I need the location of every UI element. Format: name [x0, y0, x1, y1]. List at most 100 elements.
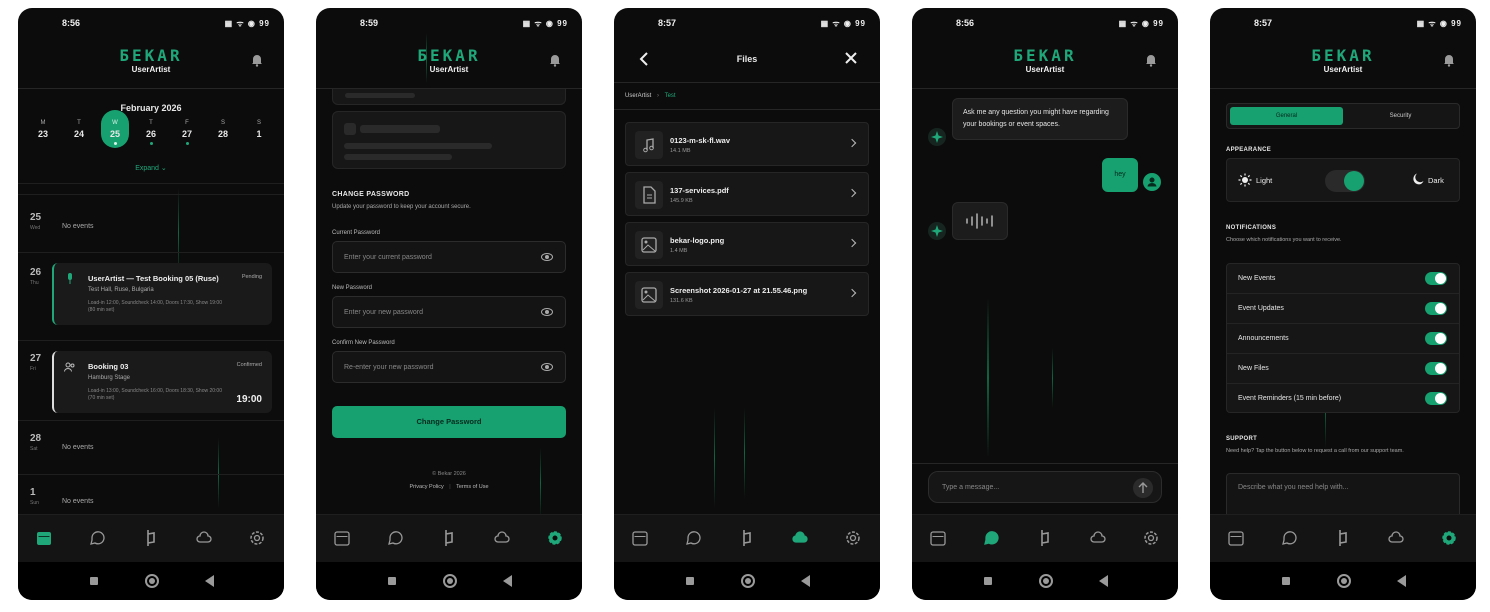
row-day-of-week: Thu: [30, 280, 39, 286]
day-cell-selected[interactable]: W 25: [101, 110, 129, 148]
support-textarea[interactable]: Describe what you need help with...: [1226, 473, 1460, 518]
send-icon[interactable]: [1133, 478, 1153, 498]
breadcrumb-root[interactable]: UserArtist: [625, 93, 651, 99]
file-item[interactable]: 137-services.pdf 145.9 KB: [625, 172, 869, 216]
gear-icon[interactable]: [844, 529, 862, 547]
username: UserArtist: [1323, 65, 1363, 74]
back-button[interactable]: [1397, 575, 1406, 587]
event-dot: [113, 142, 117, 145]
bell-icon[interactable]: [250, 53, 264, 67]
appearance-title: APPEARANCE: [1226, 147, 1272, 153]
back-button[interactable]: [205, 575, 214, 587]
notification-toggle[interactable]: [1425, 302, 1447, 315]
cloud-icon[interactable]: [493, 529, 511, 547]
tab-general[interactable]: General: [1230, 107, 1343, 125]
day-cell[interactable]: T 26: [139, 120, 163, 145]
booking-card[interactable]: UserArtist — Test Booking 05 (Ruse) Test…: [52, 263, 272, 325]
day-cell[interactable]: M 23: [31, 120, 55, 139]
cloud-icon[interactable]: [1089, 529, 1107, 547]
skeleton-line: [360, 125, 440, 133]
gear-icon[interactable]: [248, 529, 266, 547]
breadcrumb: UserArtist › Test: [625, 93, 676, 99]
file-item[interactable]: Screenshot 2026-01-27 at 21.55.46.png 13…: [625, 272, 869, 316]
calendar-icon[interactable]: [631, 529, 649, 547]
status-icons: ▦ ᯤ ◉ 99: [224, 19, 270, 28]
cloud-icon[interactable]: [1387, 529, 1405, 547]
eye-icon[interactable]: [541, 363, 553, 371]
eye-icon[interactable]: [541, 308, 553, 316]
day-cell[interactable]: T 24: [67, 120, 91, 139]
recents-button[interactable]: [388, 577, 396, 585]
chevron-right-icon: [847, 288, 857, 298]
chat-icon[interactable]: [89, 529, 107, 547]
support-title: SUPPORT: [1226, 436, 1258, 442]
terms-of-use-link[interactable]: Terms of Use: [456, 484, 488, 490]
bell-icon[interactable]: [548, 53, 562, 67]
change-password-button[interactable]: Change Password: [332, 406, 566, 438]
file-item[interactable]: 0123-m-sk-fl.wav 14.1 MB: [625, 122, 869, 166]
notification-toggle[interactable]: [1425, 392, 1447, 405]
day-row[interactable]: 28 Sat No events: [18, 420, 284, 474]
notification-toggle[interactable]: [1425, 272, 1447, 285]
chat-icon[interactable]: [983, 529, 1001, 547]
username: UserArtist: [429, 65, 469, 74]
cloud-icon[interactable]: [195, 529, 213, 547]
calendar-icon[interactable]: [1227, 529, 1245, 547]
bell-icon[interactable]: [1144, 53, 1158, 67]
tab-security[interactable]: Security: [1344, 107, 1457, 125]
notification-toggle[interactable]: [1425, 362, 1447, 375]
recents-button[interactable]: [1282, 577, 1290, 585]
bekar-logo-icon[interactable]: [440, 529, 458, 547]
bekar-logo-icon[interactable]: [1036, 529, 1054, 547]
day-row[interactable]: 25 Wed No events: [18, 194, 284, 252]
recents-button[interactable]: [90, 577, 98, 585]
eye-icon[interactable]: [541, 253, 553, 261]
back-button[interactable]: [1099, 575, 1108, 587]
home-button[interactable]: [741, 574, 755, 588]
theme-toggle[interactable]: [1325, 170, 1365, 192]
confirm-password-field[interactable]: Re-enter your new password: [332, 351, 566, 383]
status-bar: 8:59 ▦ ᯤ ◉ 99: [316, 8, 582, 38]
current-password-field[interactable]: Enter your current password: [332, 241, 566, 273]
day-row[interactable]: 1 Sun No events: [18, 474, 284, 514]
booking-time: 19:00: [236, 394, 262, 405]
home-button[interactable]: [1039, 574, 1053, 588]
file-item[interactable]: bekar-logo.png 1.4 MB: [625, 222, 869, 266]
day-cell[interactable]: S1: [247, 120, 271, 139]
mic-icon: [68, 273, 72, 284]
calendar-icon[interactable]: [929, 529, 947, 547]
gear-icon[interactable]: [1142, 529, 1160, 547]
home-button[interactable]: [1337, 574, 1351, 588]
expand-button[interactable]: Expand ⌄: [18, 164, 284, 172]
chevron-down-icon: ⌄: [160, 165, 167, 172]
support-placeholder: Describe what you need help with...: [1238, 484, 1349, 491]
sparkle-icon: [928, 222, 946, 240]
recents-button[interactable]: [686, 577, 694, 585]
calendar-icon[interactable]: [35, 529, 53, 547]
bekar-logo-icon[interactable]: [142, 529, 160, 547]
home-button[interactable]: [443, 574, 457, 588]
chat-icon[interactable]: [1281, 529, 1299, 547]
message-input[interactable]: Type a message...: [928, 471, 1162, 503]
day-cell[interactable]: S 28: [211, 120, 235, 139]
close-icon[interactable]: [844, 51, 858, 65]
chat-icon[interactable]: [387, 529, 405, 547]
home-button[interactable]: [145, 574, 159, 588]
bell-icon[interactable]: [1442, 53, 1456, 67]
sun-icon: [1238, 173, 1252, 187]
chat-icon[interactable]: [685, 529, 703, 547]
notification-toggle[interactable]: [1425, 332, 1447, 345]
back-button[interactable]: [503, 575, 512, 587]
bekar-logo-icon[interactable]: [1334, 529, 1352, 547]
bekar-logo-icon[interactable]: [738, 529, 756, 547]
booking-card[interactable]: Booking 03 Hamburg Stage Load-in 13:00, …: [52, 351, 272, 413]
day-cell[interactable]: F 27: [175, 120, 199, 145]
gear-icon[interactable]: [546, 529, 564, 547]
cloud-icon[interactable]: [791, 529, 809, 547]
back-button[interactable]: [801, 575, 810, 587]
gear-icon[interactable]: [1440, 529, 1458, 547]
recents-button[interactable]: [984, 577, 992, 585]
privacy-policy-link[interactable]: Privacy Policy: [409, 484, 443, 490]
new-password-field[interactable]: Enter your new password: [332, 296, 566, 328]
calendar-icon[interactable]: [333, 529, 351, 547]
